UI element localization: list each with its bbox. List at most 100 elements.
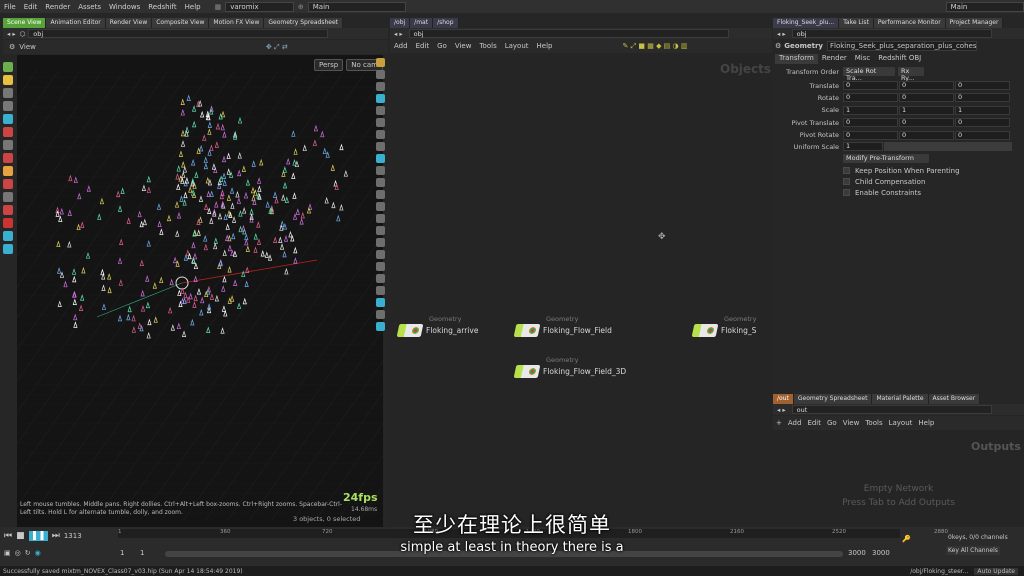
parm-field[interactable]: 1 [899,105,954,115]
menu-help[interactable]: Help [181,3,205,11]
label-icon[interactable] [376,262,385,271]
visualize-icon[interactable] [3,244,13,254]
globe-icon[interactable]: ⊕ [294,3,308,11]
background-icon[interactable] [376,142,385,151]
move-tool-icon[interactable] [3,75,13,85]
node-floking-flow-field[interactable]: Geometry Floking_Flow_Field [513,315,612,337]
menu-edit[interactable]: Edit [20,3,42,11]
parm-field[interactable]: 0 [899,130,954,140]
points-icon[interactable] [376,166,385,175]
parm-field[interactable]: 1 [955,105,1010,115]
measure-icon[interactable] [376,274,385,283]
normals-icon[interactable] [376,178,385,187]
modify-pre-transform-button[interactable]: Modify Pre-Transform [843,154,929,163]
viewport-path[interactable]: obj [28,29,329,38]
select-tool-icon[interactable] [3,62,13,72]
node-name-field[interactable]: Floking_Seek_plus_separation_plus_cohes [827,41,977,51]
tab-mat[interactable]: /mat [410,18,434,28]
tab-floking-node[interactable]: Floking_Seek_plu... [773,18,840,28]
folder-transform[interactable]: Transform [775,54,818,64]
parm-field[interactable]: 0 [899,81,954,90]
ghost-icon[interactable] [376,130,385,139]
tab-animation-editor[interactable]: Animation Editor [46,18,106,28]
lower-menu-add[interactable]: Add [785,419,805,427]
ne-toolbar-icons[interactable]: ✎ ⤢ ■ ▦ ◆ ▤ ◑ ▥ [622,42,687,51]
folder-redshift[interactable]: Redshift OBJ [874,54,925,64]
tab-performance-monitor[interactable]: Performance Monitor [873,18,946,28]
tab-render-view[interactable]: Render View [105,18,153,28]
frame-icon[interactable] [376,82,385,91]
menu-file[interactable]: File [0,3,20,11]
lower-back-icon[interactable]: ◂ ▸ [777,406,786,414]
display-opts-icon[interactable] [376,322,385,331]
tab-geo-spreadsheet[interactable]: Geometry Spreadsheet [793,394,873,404]
status-path[interactable]: /obj/Floking_steer... [910,568,968,575]
parm-field[interactable]: 0 [843,81,898,90]
parm-field[interactable]: 0 [955,130,1010,140]
menu-windows[interactable]: Windows [105,3,144,11]
ne-menu-go[interactable]: Go [433,42,451,50]
tab-asset-browser[interactable]: Asset Browser [928,394,981,404]
lower-menu-plus[interactable]: + [773,419,785,427]
camera-icon[interactable] [376,298,385,307]
ne-menu-edit[interactable]: Edit [412,42,434,50]
menu-redshift[interactable]: Redshift [144,3,180,11]
menu-assets[interactable]: Assets [74,3,105,11]
parm-field[interactable]: 0 [899,93,954,103]
tab-composite-view[interactable]: Composite View [152,18,210,28]
network-path[interactable]: obj [408,29,729,38]
rot-order-select[interactable]: Rx Ry... [898,67,924,82]
folder-render[interactable]: Render [818,54,851,64]
parm-field[interactable]: 0 [843,118,898,128]
tab-shop[interactable]: /shop [433,18,459,28]
lower-menu-view[interactable]: View [840,419,863,427]
number-icon[interactable] [376,250,385,259]
uv-icon[interactable] [376,214,385,223]
gear-icon[interactable]: ⚙ [775,42,781,50]
node-floking-seek[interactable]: Geometry Floking_S [691,315,756,337]
sphere-icon[interactable] [376,238,385,247]
ne-menu-view[interactable]: View [451,42,476,50]
pose-tool-icon[interactable] [3,127,13,137]
network-editor[interactable]: Add Edit Go View Tools Layout Help ✎ ⤢ ■… [390,39,772,527]
parm-field[interactable]: 0 [955,93,1010,103]
keep-position-checkbox[interactable] [843,167,850,174]
scale-tool-icon[interactable] [3,101,13,111]
parm-field[interactable]: 0 [843,130,898,140]
parm-field[interactable]: 0 [843,93,898,103]
magnet-snap-icon[interactable] [3,218,13,228]
lower-menu-go[interactable]: Go [824,419,840,427]
menu-render[interactable]: Render [41,3,74,11]
parm-field[interactable]: 0 [955,81,1010,90]
curve-snap-icon[interactable] [3,205,13,215]
camera-tools-icon[interactable]: ✥ ⤢ ⇄ [266,43,288,52]
lower-path[interactable]: out [791,405,992,414]
back-icon[interactable]: ◂ ▸ [7,30,16,38]
light-tool-icon[interactable] [3,153,13,163]
auto-update-button[interactable]: Auto Update [974,567,1018,575]
ne-back-icon[interactable]: ◂ ▸ [394,30,403,38]
transform-order-select[interactable]: Scale Rot Tra... [843,67,895,82]
parm-field[interactable]: 1 [843,105,898,115]
ne-menu-help[interactable]: Help [533,42,557,50]
parm-path[interactable]: obj [791,29,992,38]
uniform-scale-field[interactable]: 1 [843,142,883,151]
display-icon[interactable] [3,231,13,241]
tab-motion-fx-view[interactable]: Motion FX View [209,18,265,28]
parm-field[interactable]: 0 [955,118,1010,128]
tab-scene-view[interactable]: Scene View [3,18,47,28]
lower-menu-layout[interactable]: Layout [886,419,916,427]
home-icon[interactable] [376,70,385,79]
uniform-scale-slider[interactable] [884,142,1012,151]
tab-material-palette[interactable]: Material Palette [872,394,929,404]
lock-icon[interactable] [376,58,385,67]
view-gear-icon[interactable]: ⚙ [9,43,15,51]
lower-menu-edit[interactable]: Edit [804,419,824,427]
node-floking-flow-field-3d[interactable]: Geometry Floking_Flow_Field_3D [513,356,626,378]
desktop-select[interactable]: varomix [225,1,294,12]
tab-geometry-spreadsheet[interactable]: Geometry Spreadsheet [264,18,343,28]
tab-out[interactable]: /out [773,394,794,404]
template-icon[interactable] [376,154,385,163]
brush-icon[interactable] [376,226,385,235]
light-icon[interactable] [376,118,385,127]
